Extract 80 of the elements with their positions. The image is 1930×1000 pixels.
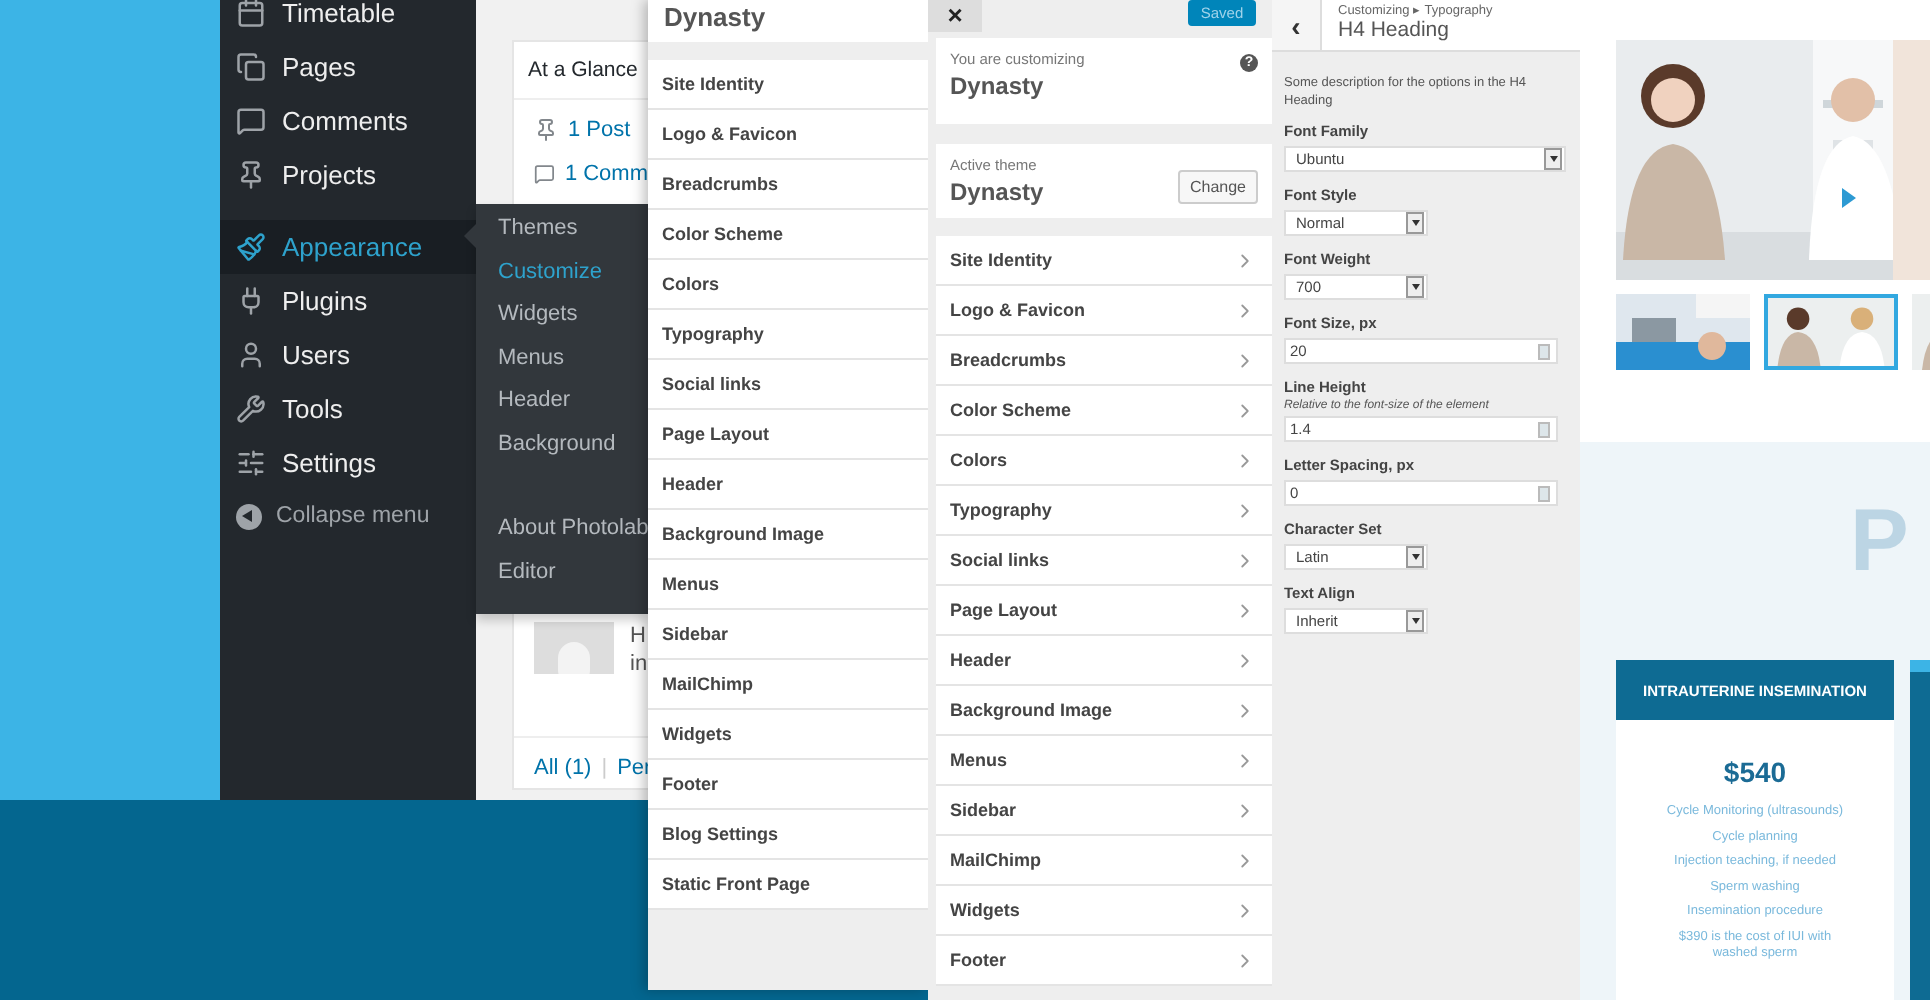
- section-item[interactable]: Breadcrumbs: [936, 336, 1272, 386]
- section-item[interactable]: Social links: [936, 536, 1272, 586]
- section-item[interactable]: Typography: [648, 310, 928, 360]
- section-item[interactable]: MailChimp: [936, 836, 1272, 886]
- wrench-icon: [236, 394, 266, 424]
- submenu-item[interactable]: Widgets: [498, 302, 648, 345]
- section-item[interactable]: Sidebar: [648, 610, 928, 660]
- stat-link[interactable]: 1 Post: [514, 108, 648, 152]
- thumbnail[interactable]: [1764, 294, 1898, 370]
- submenu-item[interactable]: Background: [498, 431, 648, 474]
- section-item[interactable]: Color Scheme: [936, 386, 1272, 436]
- menu-item[interactable]: Users: [220, 328, 476, 382]
- comment-icon: [236, 106, 266, 136]
- menu-item[interactable]: Projects: [220, 148, 476, 202]
- sliders-icon: [236, 448, 266, 478]
- pin-icon: [534, 118, 558, 142]
- comment-text: in: [630, 650, 648, 678]
- submenu-item[interactable]: Customize: [498, 259, 648, 302]
- collapse-icon: [236, 503, 262, 529]
- section-item[interactable]: Sidebar: [936, 786, 1272, 836]
- site-name: Dynasty: [950, 72, 1046, 100]
- section-item[interactable]: Typography: [936, 486, 1272, 536]
- section-item[interactable]: Widgets: [936, 886, 1272, 936]
- pin-icon: [236, 160, 266, 190]
- submenu-item[interactable]: Menus: [498, 345, 648, 388]
- section-item[interactable]: Page Layout: [648, 410, 928, 460]
- section-item[interactable]: Footer: [936, 936, 1272, 986]
- thumbnail[interactable]: [1616, 294, 1750, 370]
- menu-item[interactable]: Settings: [220, 436, 476, 490]
- filter-link[interactable]: All (1): [534, 756, 592, 780]
- brush-icon: [236, 232, 266, 262]
- section-item[interactable]: Colors: [648, 260, 928, 310]
- plug-icon: [236, 286, 266, 316]
- pages-icon: [236, 52, 266, 82]
- user-icon: [236, 340, 266, 370]
- section-item[interactable]: Color Scheme: [648, 210, 928, 260]
- panel-title: H4 Heading: [1338, 18, 1451, 42]
- back-button[interactable]: ‹: [1272, 0, 1322, 50]
- section-item[interactable]: Footer: [648, 760, 928, 810]
- section-item[interactable]: Menus: [648, 560, 928, 610]
- section-item[interactable]: Logo & Favicon: [936, 286, 1272, 336]
- stat-link[interactable]: 1 Comm: [514, 152, 648, 196]
- section-item[interactable]: Header: [936, 636, 1272, 686]
- menu-item[interactable]: Comments: [220, 94, 476, 148]
- section-item[interactable]: Menus: [936, 736, 1272, 786]
- submenu-item[interactable]: Editor: [498, 559, 648, 602]
- section-item[interactable]: MailChimp: [648, 660, 928, 710]
- section-item[interactable]: Static Front Page: [648, 860, 928, 910]
- submenu-item[interactable]: Header: [498, 388, 648, 431]
- comment-text: H: [630, 622, 648, 650]
- menu-item[interactable]: Tools: [220, 382, 476, 436]
- section-item[interactable]: Social links: [648, 360, 928, 410]
- separator: |: [601, 756, 608, 780]
- menu-item[interactable]: Appearance: [220, 220, 476, 274]
- change-button[interactable]: Change: [1177, 170, 1258, 204]
- menu-item[interactable]: Plugins: [220, 274, 476, 328]
- plan-price: $540: [1723, 756, 1787, 788]
- filter-link[interactable]: Per: [617, 756, 652, 780]
- avatar: [534, 622, 614, 674]
- submenu-item[interactable]: Themes: [498, 216, 648, 259]
- section-item[interactable]: Site Identity: [648, 60, 928, 110]
- theme-name: Dynasty: [950, 178, 1044, 206]
- calendar-icon: [236, 0, 266, 28]
- comment-icon: [534, 162, 555, 186]
- section-item[interactable]: Background Image: [648, 510, 928, 560]
- section-item[interactable]: Blog Settings: [648, 810, 928, 860]
- section-item[interactable]: Background Image: [936, 686, 1272, 736]
- section-item[interactable]: Colors: [936, 436, 1272, 486]
- menu-item[interactable]: Timetable: [220, 0, 476, 40]
- close-button[interactable]: ×: [928, 0, 982, 32]
- menu-item[interactable]: Pages: [220, 40, 476, 94]
- collapse-menu-button[interactable]: Collapse menu: [220, 490, 476, 542]
- section-item[interactable]: Breadcrumbs: [648, 160, 928, 210]
- section-item[interactable]: Page Layout: [936, 586, 1272, 636]
- section-item[interactable]: Widgets: [648, 710, 928, 760]
- section-item[interactable]: Header: [648, 460, 928, 510]
- submenu-item[interactable]: About Photolab: [498, 516, 648, 559]
- section-item[interactable]: Logo & Favicon: [648, 110, 928, 160]
- section-item[interactable]: Site Identity: [936, 236, 1272, 286]
- panel-title: Dynasty: [648, 0, 928, 42]
